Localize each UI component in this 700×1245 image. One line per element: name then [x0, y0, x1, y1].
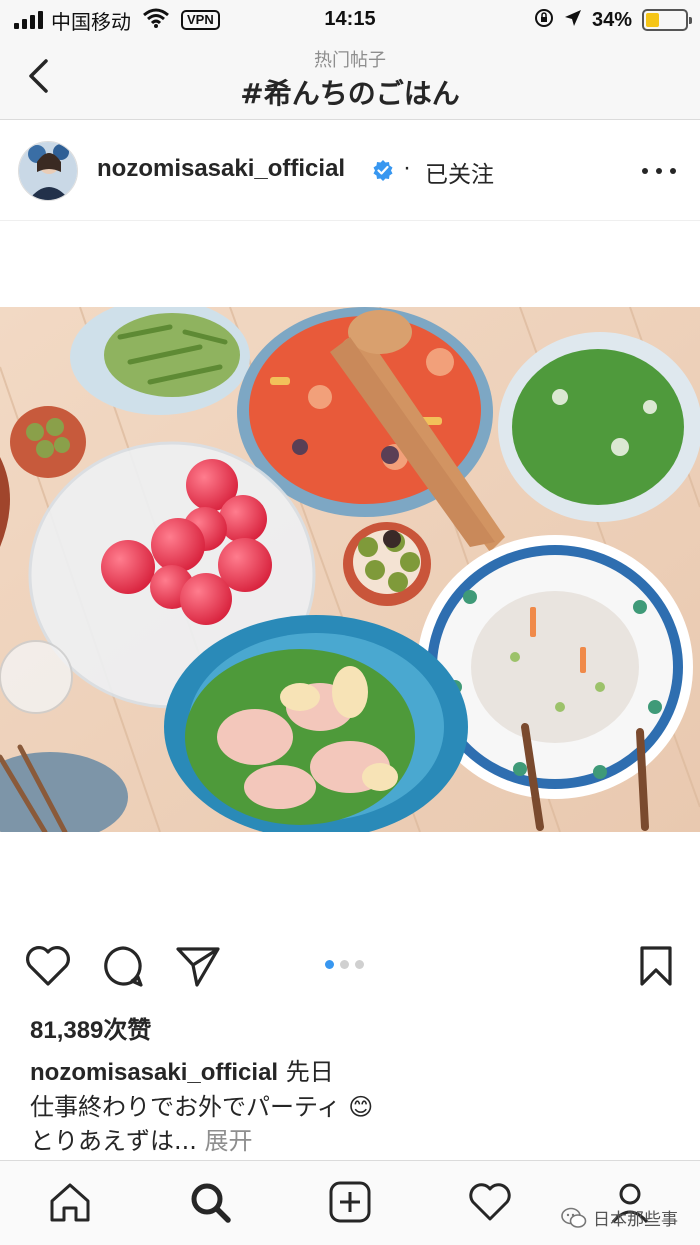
battery-percent: 34%	[591, 8, 632, 31]
like-button[interactable]	[25, 943, 71, 989]
nav-search[interactable]	[185, 1177, 235, 1227]
avatar[interactable]	[18, 141, 78, 201]
carousel-dot	[340, 960, 349, 969]
bottom-nav: 日本那些事	[0, 1160, 700, 1245]
caption-line-2: 仕事終わりでお外でパーティ 😊	[30, 1093, 374, 1121]
watermark: 日本那些事	[561, 1205, 678, 1230]
bookmark-icon	[640, 946, 672, 986]
add-post-icon	[329, 1181, 371, 1223]
rotation-lock-icon	[534, 8, 554, 33]
caption-username[interactable]: nozomisasaki_official	[30, 1059, 278, 1086]
action-bar	[0, 940, 700, 990]
nav-activity[interactable]	[465, 1177, 515, 1227]
hashtag-title: #希んちのごはん	[240, 77, 460, 110]
status-bar: 中国移动 VPN 14:15 34%	[0, 0, 700, 40]
post-photo[interactable]	[0, 307, 700, 832]
post-header: nozomisasaki_official · 已关注	[0, 121, 700, 221]
nav-home[interactable]	[45, 1177, 95, 1227]
like-count[interactable]: 81,389次赞	[30, 1010, 151, 1045]
search-icon	[191, 1183, 231, 1223]
carousel-dot	[355, 960, 364, 969]
location-icon	[564, 9, 582, 32]
post-caption: nozomisasaki_official 先日 仕事終わりでお外でパーティ 😊…	[30, 1055, 670, 1158]
carousel-indicator	[325, 960, 364, 969]
follow-separator: ·	[403, 154, 411, 181]
heart-icon	[469, 1183, 511, 1221]
follow-status-button[interactable]: 已关注	[425, 155, 494, 189]
caption-line-1: 先日	[278, 1058, 334, 1086]
nav-new-post[interactable]	[325, 1177, 375, 1227]
share-button[interactable]	[175, 943, 221, 989]
save-button[interactable]	[633, 943, 679, 989]
wechat-icon	[561, 1207, 587, 1228]
more-dot-icon	[642, 168, 648, 174]
caption-line-3: とりあえずは...	[30, 1127, 197, 1155]
expand-caption-link[interactable]: 展开	[197, 1127, 253, 1155]
battery-icon	[642, 9, 692, 31]
header-subtitle: 热门帖子	[314, 50, 386, 71]
top-bar: 热门帖子 #希んちのごはん	[0, 40, 700, 120]
more-dot-icon	[670, 168, 676, 174]
watermark-text: 日本那些事	[593, 1210, 678, 1230]
more-options-button[interactable]	[642, 159, 676, 183]
post-username[interactable]: nozomisasaki_official	[97, 155, 345, 183]
send-icon	[176, 947, 220, 987]
verified-badge-icon	[372, 159, 394, 186]
more-dot-icon	[656, 168, 662, 174]
carousel-dot	[325, 960, 334, 969]
heart-icon	[26, 946, 70, 986]
comment-icon	[104, 946, 143, 987]
comment-button[interactable]	[100, 943, 146, 989]
home-icon	[50, 1183, 90, 1222]
